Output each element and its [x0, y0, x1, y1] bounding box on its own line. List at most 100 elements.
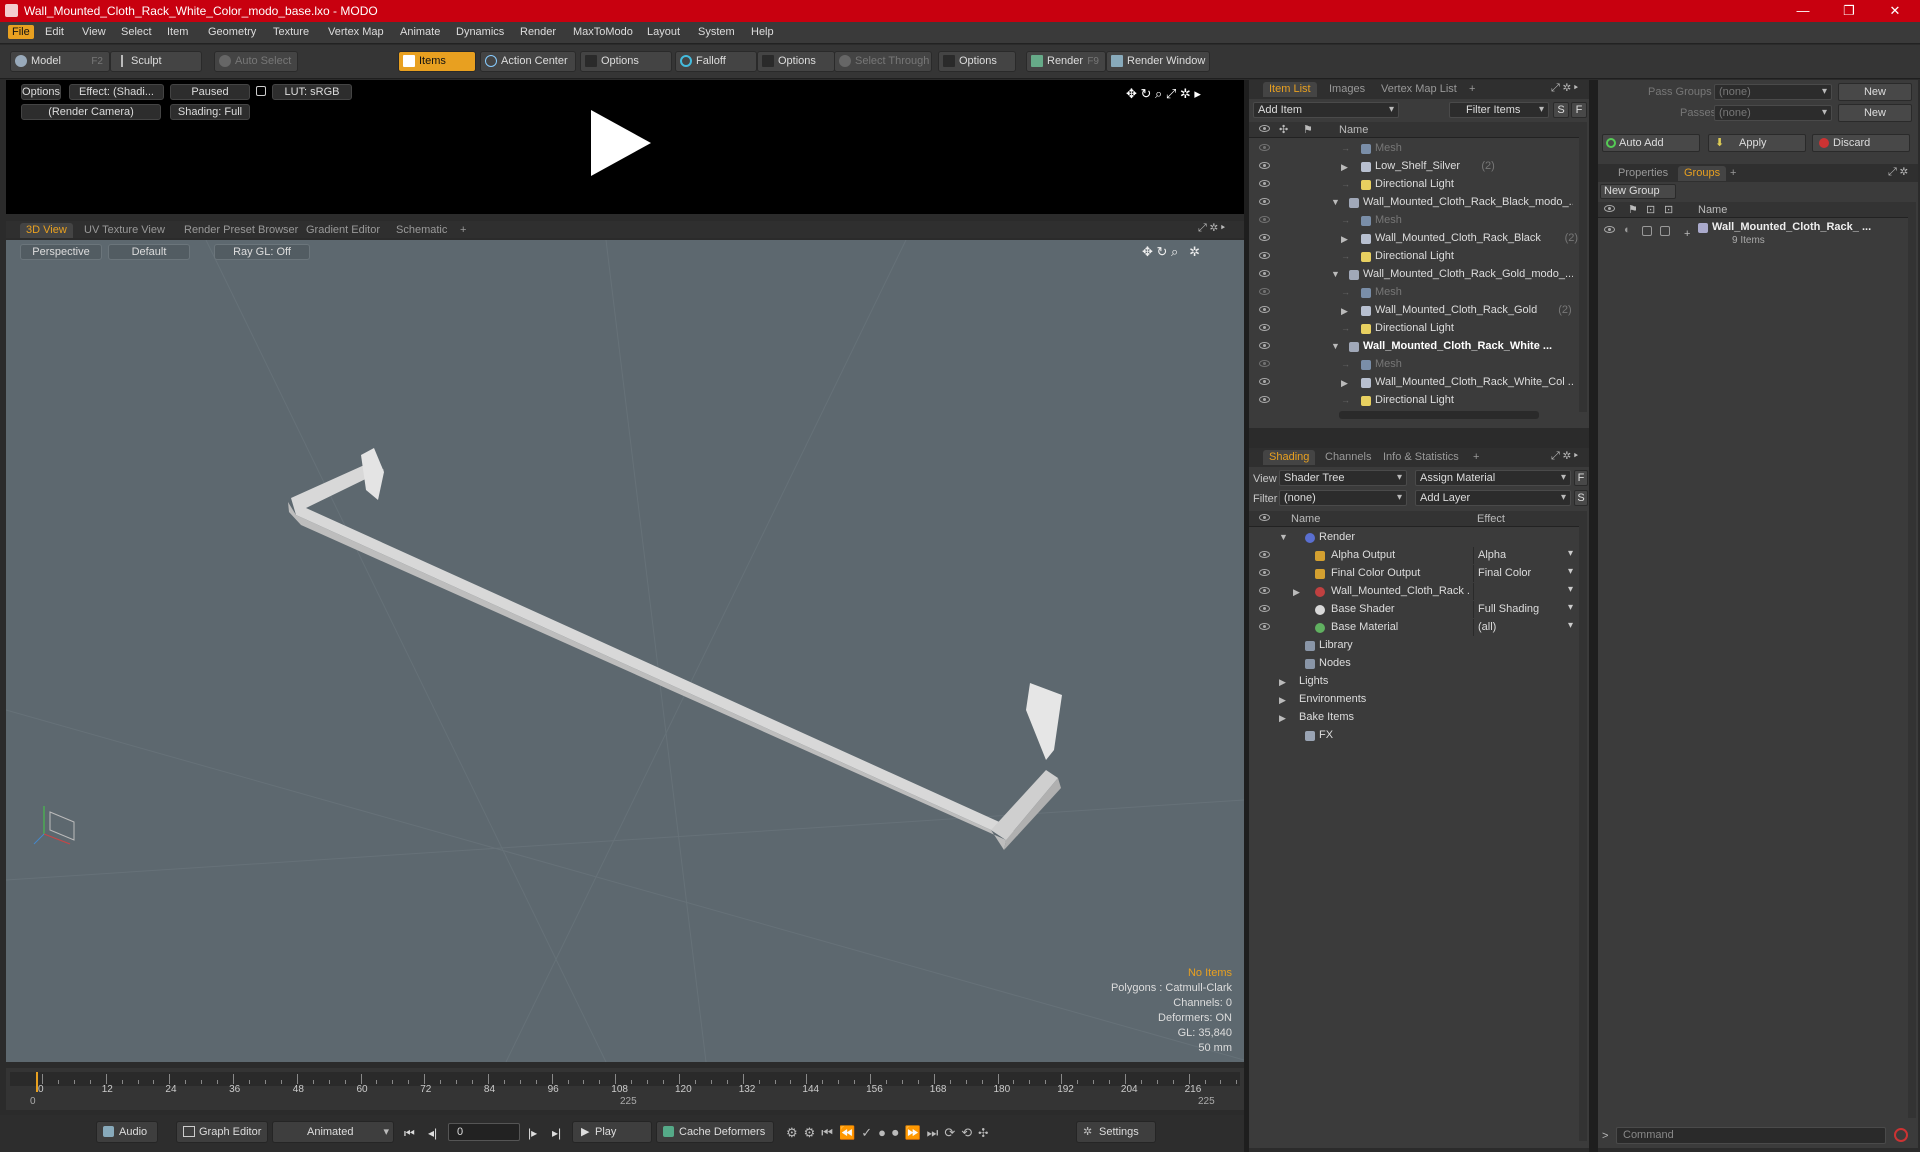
filter-s-button[interactable]: S	[1553, 102, 1569, 118]
playhead[interactable]	[36, 1072, 38, 1092]
graph-editor-button[interactable]: Graph Editor	[176, 1121, 268, 1143]
tab-images[interactable]: Images	[1323, 82, 1371, 97]
add-tab-button[interactable]: +	[1724, 166, 1742, 181]
item-list-row[interactable]: → Mesh	[1249, 140, 1579, 158]
menu-file[interactable]: File	[8, 25, 34, 39]
play-icon[interactable]	[591, 110, 651, 176]
panel-divider[interactable]	[1589, 80, 1598, 1152]
item-list-row[interactable]: ▼ Wall_Mounted_Cloth_Rack_White ...	[1249, 338, 1579, 356]
menu-geometry[interactable]: Geometry	[208, 26, 256, 38]
shader-vscrollbar[interactable]	[1579, 511, 1587, 1141]
close-button[interactable]: ✕	[1872, 0, 1918, 22]
viewport-nav-icons[interactable]: ✥ ↻ ⌕ ✲	[1142, 244, 1200, 260]
preview-camera-dropdown[interactable]: (Render Camera)	[21, 104, 161, 120]
visibility-toggle-icon[interactable]	[1259, 569, 1270, 576]
auto-select-button[interactable]: Auto Select	[214, 51, 298, 72]
expand-plus-icon[interactable]: +	[1684, 228, 1690, 240]
expand-triangle-icon[interactable]: ▶	[1341, 378, 1348, 389]
menu-vertex-map[interactable]: Vertex Map	[328, 26, 384, 38]
menu-help[interactable]: Help	[751, 26, 774, 38]
filter-items-input[interactable]: Filter Items	[1449, 102, 1549, 118]
cache-deformers-button[interactable]: Cache Deformers	[656, 1121, 774, 1143]
timeline[interactable]: 0 12 24 36 48 60 72 84 96 108 120 132 144 156 168 180 19…	[6, 1068, 1244, 1110]
panel-controls-icon[interactable]: ⤢ ✲	[1888, 166, 1908, 179]
maximize-button[interactable]: ❐	[1826, 0, 1872, 22]
settings-button[interactable]: ✲ Settings	[1076, 1121, 1156, 1143]
command-input[interactable]: Command	[1616, 1127, 1886, 1144]
audio-button[interactable]: Audio	[96, 1121, 158, 1143]
skip-end-icon[interactable]: ▸|	[552, 1126, 561, 1140]
record-macro-icon[interactable]	[1894, 1128, 1908, 1142]
tab-render-preset-browser[interactable]: Render Preset Browser	[178, 223, 304, 238]
groups-vscrollbar[interactable]	[1908, 202, 1916, 1118]
menu-texture[interactable]: Texture	[273, 26, 309, 38]
render-button[interactable]: Render F9	[1026, 51, 1106, 72]
default-style-dropdown[interactable]: Default	[108, 244, 190, 260]
preview-effect-dropdown[interactable]: Effect: (Shadi...	[69, 84, 164, 100]
view-dropdown[interactable]: Shader Tree	[1279, 470, 1407, 486]
action-center-options-button[interactable]: Options	[580, 51, 672, 72]
effect-dropdown[interactable]: Full Shading ▾	[1473, 601, 1575, 618]
item-list-row[interactable]: → Mesh	[1249, 284, 1579, 302]
visibility-toggle-icon[interactable]	[1259, 162, 1270, 169]
falloff-options-button[interactable]: Options	[757, 51, 835, 72]
effect-dropdown[interactable]: Alpha ▾	[1473, 547, 1575, 564]
shader-tree-row[interactable]: ▼ Render	[1249, 529, 1579, 547]
visibility-toggle-icon[interactable]	[1259, 623, 1270, 630]
visibility-toggle-icon[interactable]	[1259, 605, 1270, 612]
shader-tree-row[interactable]: Alpha Output Alpha ▾	[1249, 547, 1579, 565]
item-list-row[interactable]: → Mesh	[1249, 356, 1579, 374]
expand-triangle-icon[interactable]: ▶	[1341, 234, 1348, 245]
menu-maxtomodo[interactable]: MaxToModo	[573, 26, 633, 38]
effect-dropdown[interactable]: (all) ▾	[1473, 619, 1575, 636]
tab-schematic[interactable]: Schematic	[390, 223, 453, 238]
visibility-toggle-icon[interactable]	[1259, 306, 1270, 313]
preview-options-button[interactable]: Options	[21, 84, 61, 100]
prev-key-icon[interactable]: ◂|	[428, 1126, 437, 1140]
tab-shading[interactable]: Shading	[1263, 450, 1316, 465]
shader-tree-row[interactable]: Base Material (all) ▾	[1249, 619, 1579, 637]
shader-tree-row[interactable]: ▶ Wall_Mounted_Cloth_Rack ... ▾	[1249, 583, 1579, 601]
select-through-button[interactable]: Select Through	[834, 51, 932, 72]
menu-animate[interactable]: Animate	[400, 26, 440, 38]
preview-lut-dropdown[interactable]: LUT: sRGB	[272, 84, 352, 100]
preview-nav-icons[interactable]: ✥ ↻ ⌕ ⤢ ✲ ▸	[1126, 86, 1201, 102]
apply-button[interactable]: ⬇ Apply	[1708, 134, 1806, 152]
item-list-row[interactable]: → Directional Light	[1249, 392, 1579, 410]
new-pass-group-button[interactable]: New	[1838, 83, 1912, 101]
falloff-button[interactable]: Falloff	[675, 51, 757, 72]
add-tab-button[interactable]: +	[1463, 82, 1481, 97]
shader-tree-row[interactable]: Base Shader Full Shading ▾	[1249, 601, 1579, 619]
raygl-dropdown[interactable]: Ray GL: Off	[214, 244, 310, 260]
panel-controls-icon[interactable]: ⤢ ✲ ▸	[1551, 82, 1578, 95]
render-window-button[interactable]: Render Window	[1106, 51, 1210, 72]
skip-start-icon[interactable]: ⏮	[404, 1126, 415, 1141]
expand-triangle-icon[interactable]: ▶	[1341, 306, 1348, 317]
tab-gradient-editor[interactable]: Gradient Editor	[300, 223, 386, 238]
collapse-triangle-icon[interactable]: ▼	[1279, 532, 1288, 542]
visibility-toggle-icon[interactable]	[1259, 324, 1270, 331]
item-list-row[interactable]: → Directional Light	[1249, 176, 1579, 194]
key-tool-icons[interactable]: ⚙⚙⏮⏪✓●⏺⏩⏭⟳⟲✣	[786, 1125, 994, 1141]
item-list-row[interactable]: → Mesh	[1249, 212, 1579, 230]
collapse-triangle-icon[interactable]: ▼	[1331, 341, 1340, 351]
shader-tree-row[interactable]: Nodes	[1249, 655, 1579, 673]
collapse-triangle-icon[interactable]: ▼	[1331, 269, 1340, 279]
group-row[interactable]: ◐ + Wall_Mounted_Cloth_Rack_ ... 9 Items	[1598, 220, 1908, 250]
visibility-toggle-icon[interactable]	[1259, 342, 1270, 349]
filter-f-button[interactable]: F	[1571, 102, 1587, 118]
shader-tree-row[interactable]: ▶ Environments	[1249, 691, 1579, 709]
preview-paused-button[interactable]: Paused	[170, 84, 250, 100]
tab-vertex-map-list[interactable]: Vertex Map List	[1375, 82, 1463, 97]
visibility-toggle-icon[interactable]	[1259, 234, 1270, 241]
visibility-toggle-icon[interactable]	[1259, 396, 1270, 403]
collapse-triangle-icon[interactable]: ▼	[1331, 197, 1340, 207]
visibility-toggle-icon[interactable]	[1259, 144, 1270, 151]
animated-dropdown[interactable]: Animated ▾	[272, 1121, 394, 1143]
shader-tree-row[interactable]: ▶ Bake Items	[1249, 709, 1579, 727]
expand-triangle-icon[interactable]: ▶	[1279, 677, 1286, 688]
auto-add-button[interactable]: Auto Add	[1602, 134, 1700, 152]
items-mode-button[interactable]: Items	[398, 51, 476, 72]
item-list-row[interactable]: ▶ Wall_Mounted_Cloth_Rack_Gold (2)	[1249, 302, 1579, 320]
shading-s-button[interactable]: S	[1574, 490, 1588, 506]
